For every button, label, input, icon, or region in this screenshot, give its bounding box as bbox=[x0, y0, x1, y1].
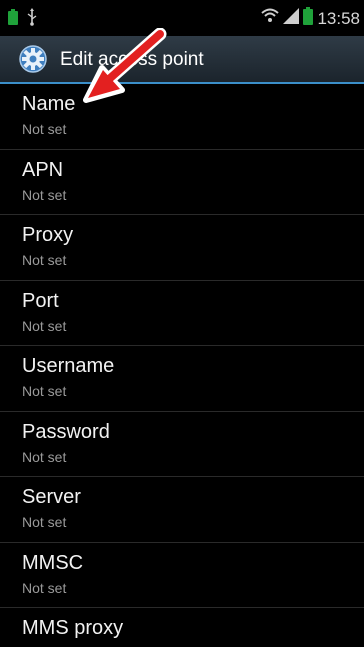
red-arrow-icon bbox=[82, 27, 172, 108]
list-item-apn[interactable]: APN Not set bbox=[0, 150, 364, 215]
list-item-title: Name bbox=[22, 93, 76, 115]
list-item-summary: Not set bbox=[22, 317, 67, 334]
status-bar-right: 13:58 bbox=[261, 7, 360, 30]
list-item-username[interactable]: Username Not set bbox=[0, 346, 364, 412]
status-bar-left bbox=[8, 8, 38, 31]
list-item-mms-proxy[interactable]: MMS proxy bbox=[0, 608, 364, 647]
screen: 13:58 Edit access point bbox=[0, 0, 364, 647]
list-item-password[interactable]: Password Not set bbox=[0, 412, 364, 477]
list-item-title: Port bbox=[22, 289, 59, 312]
list-item-port[interactable]: Port Not set bbox=[0, 281, 364, 346]
list-item-server[interactable]: Server Not set bbox=[0, 477, 364, 543]
list-item-name[interactable]: Name Not set bbox=[0, 84, 364, 150]
list-item-summary: Not set bbox=[22, 579, 67, 596]
list-item-title: Username bbox=[22, 355, 115, 377]
status-bar: 13:58 bbox=[0, 0, 364, 36]
battery-small-icon bbox=[8, 9, 18, 30]
list-item-summary: Not set bbox=[22, 448, 67, 465]
list-item-title: Server bbox=[22, 486, 81, 508]
usb-icon bbox=[26, 8, 38, 31]
list-item-summary: Not set bbox=[22, 252, 67, 268]
list-item-mmsc[interactable]: MMSC Not set bbox=[0, 543, 364, 608]
signal-icon bbox=[283, 8, 300, 29]
action-bar: Edit access point bbox=[0, 36, 364, 84]
status-time: 13:58 bbox=[317, 8, 360, 28]
battery-icon bbox=[303, 7, 314, 30]
list-item-proxy[interactable]: Proxy Not set bbox=[0, 215, 364, 281]
list-item-summary: Not set bbox=[22, 383, 67, 399]
settings-gear-icon[interactable] bbox=[18, 44, 48, 74]
list-item-summary: Not set bbox=[22, 121, 67, 137]
list-item-title: MMS proxy bbox=[22, 617, 124, 639]
list-item-title: Proxy bbox=[22, 224, 74, 246]
list-item-title: MMSC bbox=[22, 551, 84, 574]
list-item-title: Password bbox=[22, 420, 110, 443]
list-item-summary: Not set bbox=[22, 514, 67, 530]
list-item-title: APN bbox=[22, 158, 64, 181]
apn-settings-list: Name Not set APN Not set Proxy Not set P… bbox=[0, 84, 364, 647]
wifi-icon bbox=[261, 8, 280, 29]
list-item-summary: Not set bbox=[22, 186, 67, 203]
